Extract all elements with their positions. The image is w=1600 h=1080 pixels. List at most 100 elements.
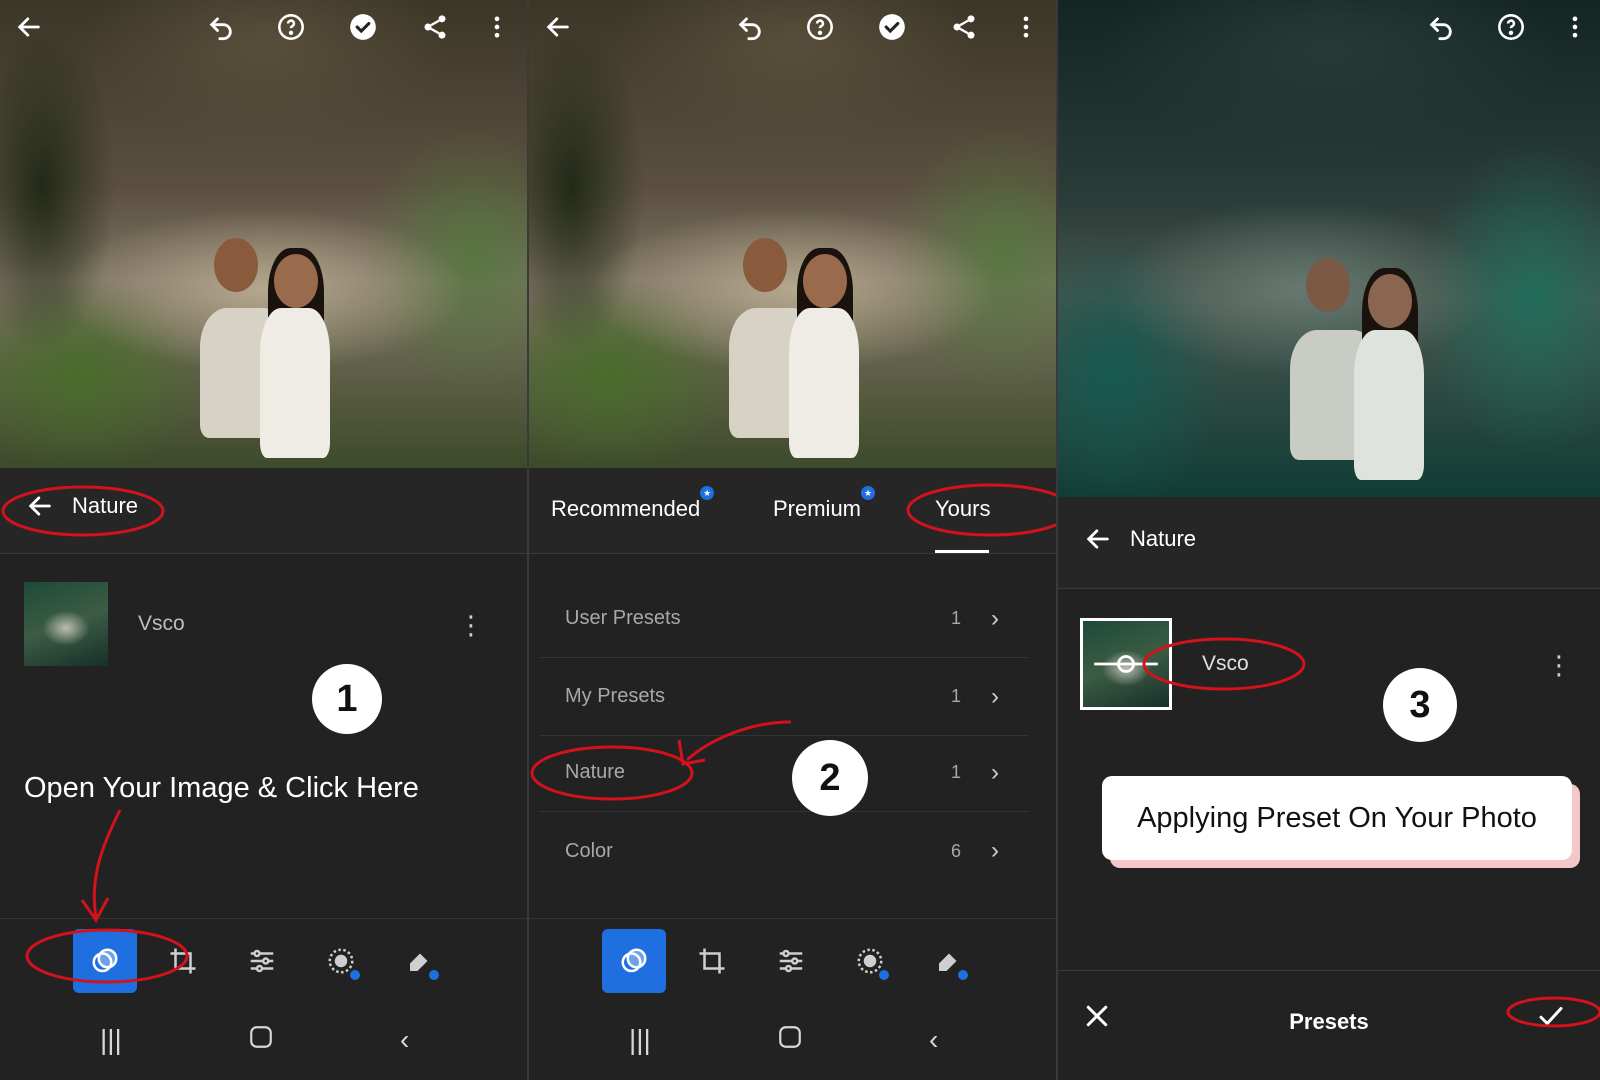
group-title: Nature — [1130, 526, 1197, 551]
more-vert-icon[interactable] — [1558, 10, 1592, 44]
chevron-right-icon: › — [991, 837, 999, 864]
folder-count: 6 — [950, 840, 961, 861]
crop-icon — [699, 948, 725, 974]
folder-name: User Presets — [565, 607, 681, 629]
preset-group-header: Nature — [0, 468, 527, 554]
preset-thumbnail — [24, 582, 108, 666]
crop-icon — [170, 948, 196, 974]
healing-tool-button[interactable] — [388, 929, 452, 993]
preset-name: Vsco — [138, 612, 185, 635]
crop-tool-button[interactable] — [680, 929, 744, 993]
tab-yours[interactable]: Yours — [935, 496, 990, 522]
preset-thumbnail-selected — [1080, 618, 1172, 710]
presets-icon — [621, 948, 647, 973]
preset-group-header: Nature — [1058, 497, 1600, 589]
back-to-groups-button[interactable]: Nature — [26, 492, 138, 520]
folder-row-nature[interactable]: Nature 1 › — [539, 734, 1029, 812]
step3-panel: Nature Vsco ⋮ 3 Applying Preset On Your … — [1058, 0, 1600, 1080]
instruction-text: Open Your Image & Click Here — [24, 772, 419, 804]
photo-preview — [529, 0, 1056, 468]
folder-name: My Presets — [565, 685, 666, 707]
android-nav-bar: ||| ‹ — [529, 1006, 1056, 1080]
preset-item-selected[interactable]: Vsco — [1080, 618, 1249, 710]
crop-tool-button[interactable] — [151, 929, 215, 993]
folder-count: 1 — [950, 686, 961, 706]
presets-tool-button[interactable] — [73, 929, 137, 993]
back-arrow-icon — [28, 496, 51, 516]
back-arrow-icon — [1086, 529, 1109, 549]
premium-badge — [957, 969, 969, 981]
healing-tool-button[interactable] — [917, 929, 981, 993]
step-number-badge: 3 — [1383, 668, 1457, 742]
check-circle-icon[interactable] — [875, 10, 909, 44]
tab-premium[interactable]: Premium ★ — [773, 486, 876, 522]
top-toolbar — [529, 0, 1056, 54]
star-badge-icon: ★ — [861, 486, 876, 500]
step1-panel: Nature Vsco ⋮ 1 Open Your Image & Click … — [0, 0, 527, 1080]
more-vert-icon[interactable] — [1009, 10, 1043, 44]
nav-back-icon[interactable]: ‹ — [929, 1024, 938, 1056]
chevron-right-icon: › — [991, 758, 999, 786]
instruction-callout: Applying Preset On Your Photo — [1102, 776, 1572, 860]
presets-title: Presets — [1289, 1009, 1369, 1034]
home-icon[interactable] — [777, 1024, 803, 1057]
recent-apps-icon[interactable]: ||| — [629, 1024, 651, 1056]
help-icon[interactable] — [1494, 10, 1528, 44]
more-vert-icon[interactable]: ⋮ — [458, 612, 484, 638]
chevron-right-icon: › — [991, 604, 999, 632]
undo-icon[interactable] — [733, 10, 767, 44]
folder-row-user-presets[interactable]: User Presets 1 › — [539, 580, 1029, 658]
checkmark-icon[interactable] — [1536, 1001, 1566, 1036]
folder-name: Nature — [565, 761, 626, 783]
back-arrow-icon[interactable] — [541, 10, 575, 44]
couple-photo-subject — [1280, 258, 1460, 497]
tab-label: Premium — [773, 496, 862, 521]
presets-tool-button[interactable] — [602, 929, 666, 993]
adjust-tool-button[interactable] — [230, 929, 294, 993]
step-number-badge: 1 — [312, 664, 382, 734]
recent-apps-icon[interactable]: ||| — [100, 1024, 122, 1056]
group-title: Nature — [72, 493, 139, 518]
undo-icon[interactable] — [1424, 10, 1458, 44]
top-toolbar — [1058, 0, 1600, 54]
back-to-groups-button[interactable]: Nature — [1084, 525, 1196, 553]
tab-recommended[interactable]: Recommended ★ — [551, 486, 715, 522]
share-icon[interactable] — [418, 10, 452, 44]
edit-tools-bar — [0, 918, 527, 1006]
masking-tool-button[interactable] — [838, 929, 902, 993]
share-icon[interactable] — [947, 10, 981, 44]
active-tab-indicator — [935, 550, 989, 553]
folder-count: 1 — [950, 762, 961, 782]
more-vert-icon[interactable]: ⋮ — [1546, 652, 1572, 678]
couple-photo-subject — [190, 238, 360, 468]
android-nav-bar: ||| ‹ — [0, 1006, 527, 1080]
step2-panel: Recommended ★ Premium ★ Yours User Prese… — [529, 0, 1056, 1080]
preset-tabs: Recommended ★ Premium ★ Yours — [529, 468, 1056, 554]
help-icon[interactable] — [803, 10, 837, 44]
undo-icon[interactable] — [204, 10, 238, 44]
photo-preview-edited — [1058, 0, 1600, 497]
preset-item[interactable]: Vsco — [24, 582, 185, 666]
masking-tool-button[interactable] — [309, 929, 373, 993]
back-arrow-icon[interactable] — [12, 10, 46, 44]
folder-row-color[interactable]: Color 6 › — [539, 812, 1029, 890]
check-circle-icon[interactable] — [346, 10, 380, 44]
home-icon[interactable] — [248, 1024, 274, 1057]
adjust-sliders-icon — [250, 949, 274, 973]
adjust-tool-button[interactable] — [759, 929, 823, 993]
premium-badge — [428, 969, 440, 981]
premium-badge — [349, 969, 361, 981]
star-badge-icon: ★ — [700, 486, 715, 500]
presets-bottom-bar: Presets — [1058, 970, 1600, 1080]
folder-count: 1 — [950, 608, 961, 628]
preset-name: Vsco — [1202, 652, 1249, 675]
folder-row-my-presets[interactable]: My Presets 1 › — [539, 658, 1029, 736]
help-icon[interactable] — [274, 10, 308, 44]
photo-preview — [0, 0, 527, 468]
more-vert-icon[interactable] — [480, 10, 514, 44]
couple-photo-subject — [719, 238, 889, 468]
adjust-sliders-icon — [779, 949, 803, 973]
tab-label: Yours — [935, 496, 991, 521]
chevron-right-icon: › — [991, 682, 999, 710]
nav-back-icon[interactable]: ‹ — [400, 1024, 409, 1056]
